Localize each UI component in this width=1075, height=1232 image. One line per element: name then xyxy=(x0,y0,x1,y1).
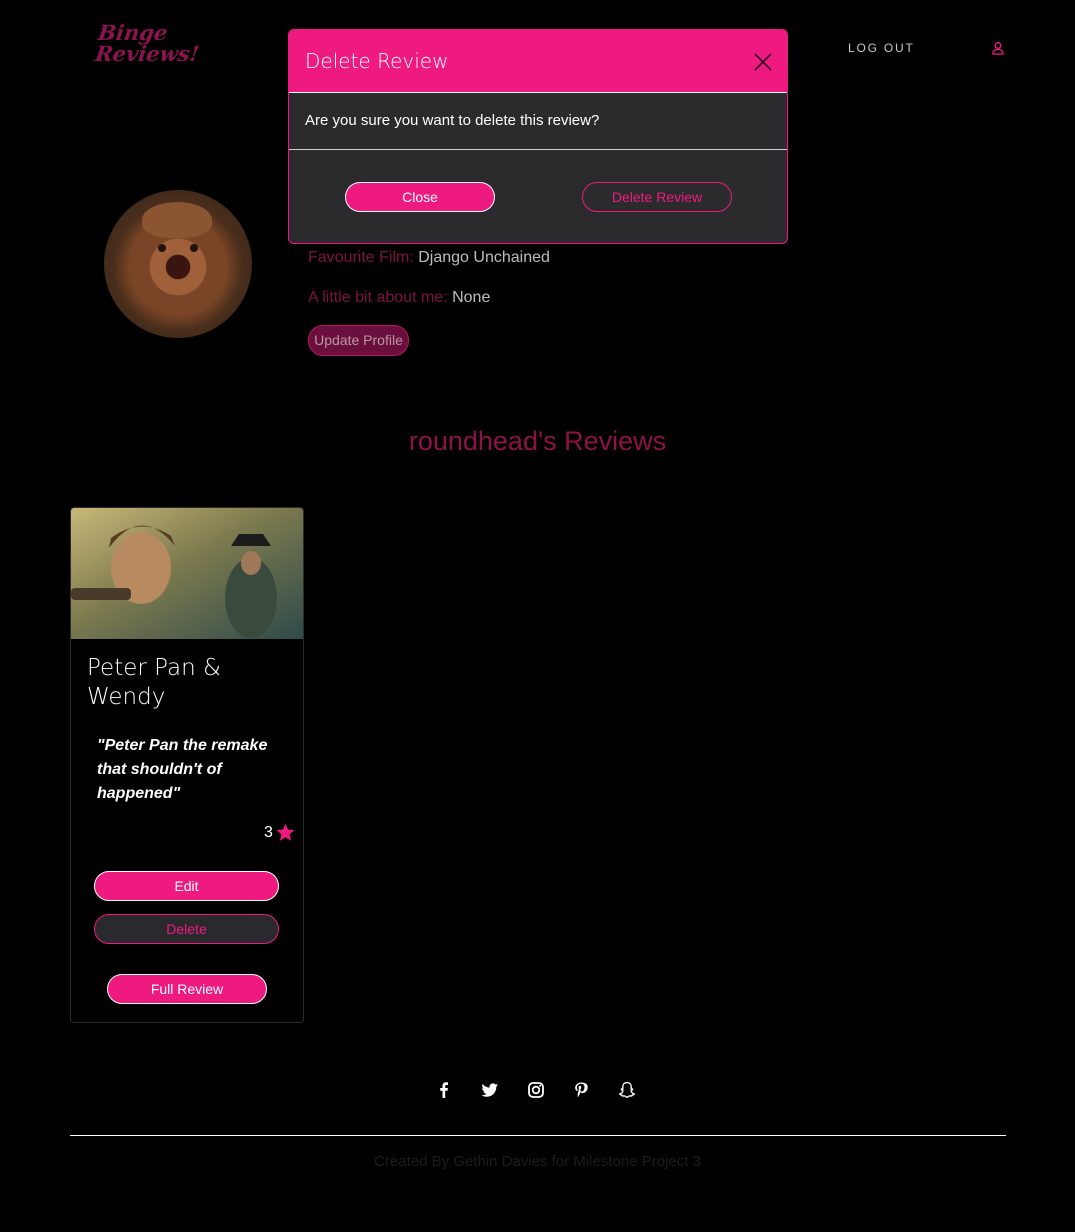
about-me-row: A little bit about me: None xyxy=(308,289,490,307)
delete-review-modal: Delete Review Are you sure you want to d… xyxy=(288,29,788,244)
snapchat-icon[interactable] xyxy=(617,1080,637,1100)
site-logo[interactable]: Binge Reviews! xyxy=(93,20,210,66)
favourite-film-value: Django Unchained xyxy=(418,249,550,266)
rating-value: 3 xyxy=(264,823,273,841)
about-me-label: A little bit about me: xyxy=(308,289,448,306)
favourite-film-row: Favourite Film: Django Unchained xyxy=(308,249,550,267)
footer-divider xyxy=(70,1135,1006,1136)
modal-header: Delete Review xyxy=(289,30,787,93)
delete-review-button[interactable]: Delete xyxy=(94,914,279,944)
edit-review-button[interactable]: Edit xyxy=(94,871,279,901)
footer-credit: Created By Gethin Davies for Milestone P… xyxy=(374,1153,701,1170)
modal-message: Are you sure you want to delete this rev… xyxy=(305,112,600,129)
review-card: Peter Pan & Wendy "Peter Pan the remake … xyxy=(70,507,304,1023)
about-me-value: None xyxy=(452,289,491,306)
review-rating: 3 xyxy=(264,822,296,843)
logout-link[interactable]: LOG OUT xyxy=(848,41,915,55)
modal-confirm-delete-button[interactable]: Delete Review xyxy=(582,182,732,212)
instagram-icon[interactable] xyxy=(526,1080,546,1100)
full-review-button[interactable]: Full Review xyxy=(107,974,267,1004)
logo-line-2: Reviews! xyxy=(93,41,201,66)
modal-close-button[interactable]: Close xyxy=(345,182,495,212)
favourite-film-label: Favourite Film: xyxy=(308,249,414,266)
review-quote: "Peter Pan the remake that shouldn't of … xyxy=(97,737,268,802)
facebook-icon[interactable] xyxy=(434,1080,454,1100)
review-title: Peter Pan & Wendy xyxy=(87,655,221,710)
user-icon[interactable] xyxy=(991,40,1005,55)
modal-body: Are you sure you want to delete this rev… xyxy=(289,93,787,150)
reviews-heading: roundhead's Reviews xyxy=(408,426,667,456)
review-poster-image[interactable] xyxy=(71,508,303,639)
pinterest-icon[interactable] xyxy=(571,1080,591,1100)
star-icon xyxy=(276,823,295,841)
profile-avatar xyxy=(104,190,252,338)
twitter-icon[interactable] xyxy=(480,1080,500,1100)
update-profile-button[interactable]: Update Profile xyxy=(308,325,409,356)
modal-title: Delete Review xyxy=(305,49,449,73)
logo-line-1: Binge xyxy=(96,20,170,45)
close-icon[interactable] xyxy=(754,53,772,71)
